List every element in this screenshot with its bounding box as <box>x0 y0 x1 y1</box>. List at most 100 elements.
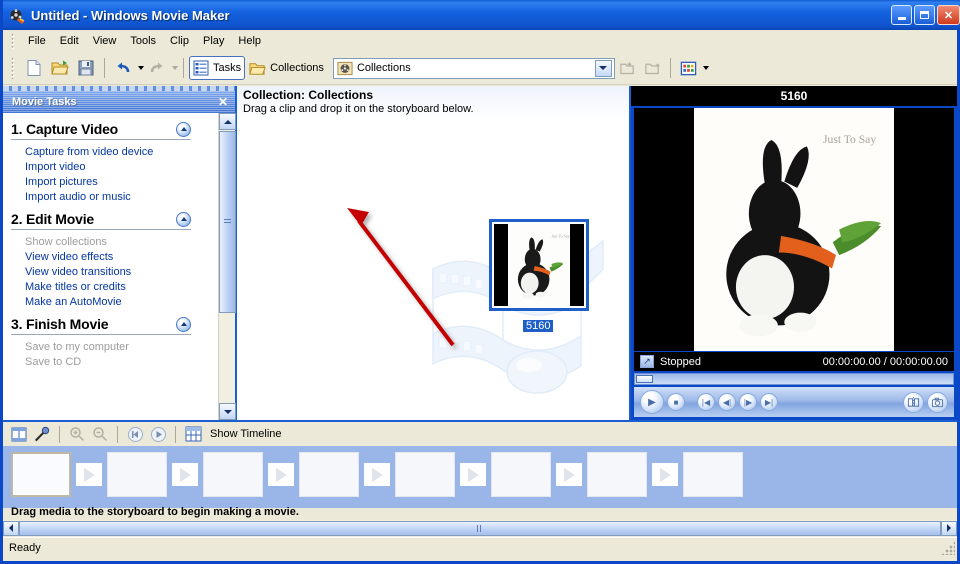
chevron-up-icon <box>180 217 187 221</box>
collection-combobox[interactable]: Collections <box>332 57 615 79</box>
collapse-toggle-finish-movie[interactable] <box>176 316 191 332</box>
new-project-button[interactable] <box>21 56 47 80</box>
scroll-up-button[interactable] <box>219 113 236 130</box>
rewind-timeline-button[interactable] <box>125 424 145 444</box>
movie-tasks-list: 1. Capture Video Capture from video devi… <box>3 113 219 420</box>
menu-tools[interactable]: Tools <box>123 32 163 50</box>
movie-reel-icon <box>9 7 26 24</box>
collection-combobox-arrow[interactable] <box>594 59 612 77</box>
scroll-track[interactable] <box>19 520 941 536</box>
transition-cell-5[interactable] <box>460 463 486 486</box>
storyboard-cell-3[interactable] <box>203 452 263 497</box>
views-grid-icon <box>680 61 697 75</box>
collections-button[interactable]: Collections <box>245 56 328 80</box>
scroll-thumb-horizontal[interactable] <box>19 520 941 536</box>
play-button[interactable]: ▶ <box>640 390 664 414</box>
preview-seek-bar[interactable] <box>634 373 954 385</box>
step-back-button[interactable]: ◀| <box>718 393 736 411</box>
scroll-down-button[interactable] <box>219 403 236 420</box>
maximize-button[interactable] <box>914 5 935 25</box>
status-bar: Ready <box>3 537 957 558</box>
fullscreen-icon[interactable]: ↗ <box>640 355 654 368</box>
menu-view[interactable]: View <box>86 32 124 50</box>
task-capture-from-video-device[interactable]: Capture from video device <box>25 146 213 158</box>
movie-tasks-pane: Movie Tasks ✕ 1. Capture Video Capture f… <box>3 86 237 420</box>
tasks-vertical-scrollbar[interactable] <box>218 113 236 420</box>
section-header-finish-movie[interactable]: 3. Finish Movie <box>11 316 191 335</box>
title-filename: Untitled <box>31 7 80 23</box>
section-header-edit-movie[interactable]: 2. Edit Movie <box>11 211 191 230</box>
menu-file[interactable]: File <box>21 32 53 50</box>
task-show-collections: Show collections <box>25 236 107 248</box>
menu-clip[interactable]: Clip <box>163 32 196 50</box>
section-header-capture-video[interactable]: 1. Capture Video <box>11 121 191 140</box>
close-button[interactable]: ✕ <box>937 5 960 25</box>
task-import-video[interactable]: Import video <box>25 161 213 173</box>
chevron-right-icon <box>947 524 951 532</box>
menu-play[interactable]: Play <box>196 32 231 50</box>
main-area: Movie Tasks ✕ 1. Capture Video Capture f… <box>3 86 957 420</box>
new-folder-icon <box>620 61 634 74</box>
preview-screen[interactable]: Just To Say <box>634 108 954 351</box>
resize-grip[interactable] <box>941 541 955 555</box>
task-import-pictures[interactable]: Import pictures <box>25 176 213 188</box>
transition-cell-4[interactable] <box>364 463 390 486</box>
storyboard-cell-4[interactable] <box>299 452 359 497</box>
clip-label-5160[interactable]: 5160 <box>523 320 554 332</box>
toolbar-grip[interactable] <box>11 57 14 79</box>
storyboard-view-button[interactable] <box>9 424 29 444</box>
task-import-audio-or-music[interactable]: Import audio or music <box>25 191 213 203</box>
transition-cell-6[interactable] <box>556 463 582 486</box>
storyboard-cell-6[interactable] <box>491 452 551 497</box>
sb-separator-2 <box>117 425 118 443</box>
tasks-button[interactable]: Tasks <box>189 56 246 80</box>
transition-cell-7[interactable] <box>652 463 678 486</box>
next-clip-button[interactable]: ▶| <box>760 393 778 411</box>
views-dropdown-arrow[interactable] <box>702 66 709 70</box>
menu-help[interactable]: Help <box>231 32 268 50</box>
storyboard-cell-7[interactable] <box>587 452 647 497</box>
storyboard-cell-8[interactable] <box>683 452 743 497</box>
transition-arrow-icon <box>467 467 479 482</box>
minimize-button[interactable] <box>891 5 912 25</box>
take-picture-button[interactable] <box>927 391 948 413</box>
scroll-thumb[interactable] <box>219 131 236 313</box>
narrate-timeline-button[interactable] <box>32 424 52 444</box>
previous-clip-button[interactable]: |◀ <box>697 393 715 411</box>
rewind-icon <box>127 426 143 442</box>
zoom-out-button <box>90 424 110 444</box>
collapse-toggle-capture-video[interactable] <box>176 121 191 137</box>
close-tasks-pane-button[interactable]: ✕ <box>218 95 228 109</box>
show-timeline-button[interactable] <box>183 424 203 444</box>
storyboard[interactable] <box>3 446 957 508</box>
task-make-titles-or-credits[interactable]: Make titles or credits <box>25 281 213 293</box>
split-clip-button[interactable] <box>903 391 924 413</box>
transition-arrow-icon <box>659 467 671 482</box>
show-timeline-label[interactable]: Show Timeline <box>210 428 282 440</box>
menu-grip[interactable] <box>11 33 14 49</box>
open-project-button[interactable] <box>47 56 73 80</box>
stop-button[interactable]: ■ <box>667 393 685 411</box>
transition-cell-2[interactable] <box>172 463 198 486</box>
transition-cell-1[interactable] <box>76 463 102 486</box>
storyboard-horizontal-scrollbar[interactable] <box>3 520 957 536</box>
storyboard-cell-1[interactable] <box>11 452 71 497</box>
task-make-an-automovie[interactable]: Make an AutoMovie <box>25 296 213 308</box>
task-view-video-effects[interactable]: View video effects <box>25 251 213 263</box>
storyboard-cell-5[interactable] <box>395 452 455 497</box>
transition-cell-3[interactable] <box>268 463 294 486</box>
clip-thumbnail-5160[interactable]: Just To Say <box>489 219 589 311</box>
scroll-right-button[interactable] <box>941 520 957 536</box>
step-forward-button[interactable]: |▶ <box>739 393 757 411</box>
views-button[interactable] <box>676 56 701 80</box>
save-project-button[interactable] <box>73 56 99 80</box>
play-timeline-button[interactable] <box>148 424 168 444</box>
undo-button[interactable] <box>110 56 136 80</box>
task-view-video-transitions[interactable]: View video transitions <box>25 266 213 278</box>
seek-handle[interactable] <box>636 375 653 383</box>
scroll-left-button[interactable] <box>3 520 19 536</box>
storyboard-cell-2[interactable] <box>107 452 167 497</box>
undo-arrow-icon <box>117 62 130 73</box>
menu-edit[interactable]: Edit <box>53 32 86 50</box>
collapse-toggle-edit-movie[interactable] <box>176 211 191 227</box>
